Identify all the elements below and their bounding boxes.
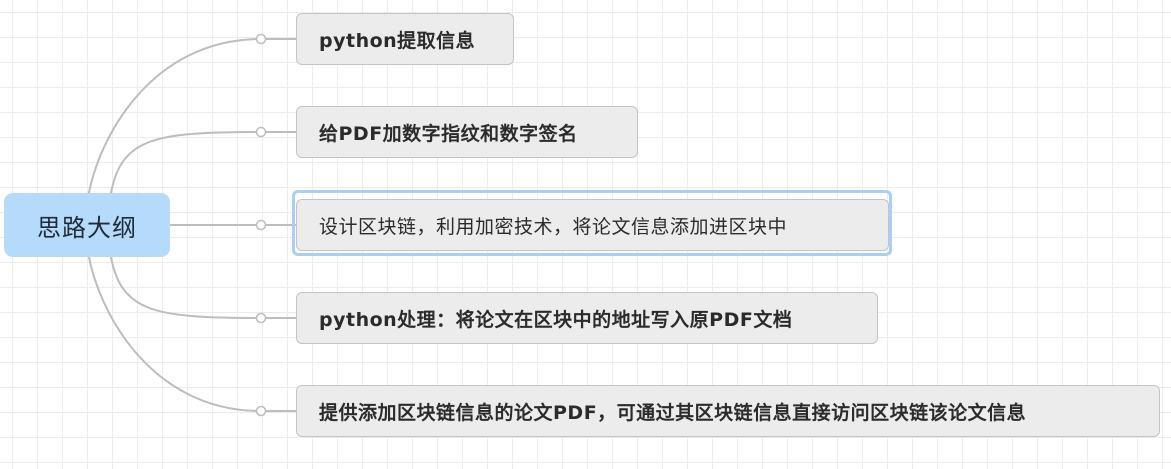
branch-topic-label: python处理：将论文在区块中的地址写入原PDF文档 (319, 308, 793, 331)
collapse-knob[interactable] (255, 405, 267, 417)
branch-topic-write-address[interactable]: python处理：将论文在区块中的地址写入原PDF文档 (296, 292, 878, 344)
root-topic[interactable]: 思路大纲 (4, 193, 170, 257)
branch-topic-extract-info[interactable]: python提取信息 (296, 13, 514, 65)
branch-topic-label: 给PDF加数字指纹和数字签名 (319, 122, 578, 145)
connector-curve (87, 38, 262, 199)
connector-curve (109, 251, 262, 319)
collapse-knob[interactable] (255, 126, 267, 138)
root-topic-label: 思路大纲 (37, 213, 137, 242)
branch-topic-provide-pdf[interactable]: 提供添加区块链信息的论文PDF，可通过其区块链信息直接访问区块链该论文信息 (296, 385, 1160, 437)
collapse-knob[interactable] (255, 312, 267, 324)
branch-topic-label: 提供添加区块链信息的论文PDF，可通过其区块链信息直接访问区块链该论文信息 (319, 401, 1027, 424)
branch-topic-blockchain-design[interactable]: 设计区块链，利用加密技术，将论文信息添加进区块中 (296, 199, 889, 251)
mind-map-canvas[interactable]: 思路大纲 python提取信息 给PDF加数字指纹和数字签名 设计区块链，利用加… (0, 0, 1171, 469)
connector-curve (87, 251, 262, 412)
collapse-knob[interactable] (255, 219, 267, 231)
branch-topic-digital-signature[interactable]: 给PDF加数字指纹和数字签名 (296, 106, 638, 158)
connector-curve (109, 131, 262, 199)
branch-topic-label: 设计区块链，利用加密技术，将论文信息添加进区块中 (319, 215, 788, 238)
branch-topic-label: python提取信息 (319, 29, 476, 52)
collapse-knob[interactable] (255, 33, 267, 45)
